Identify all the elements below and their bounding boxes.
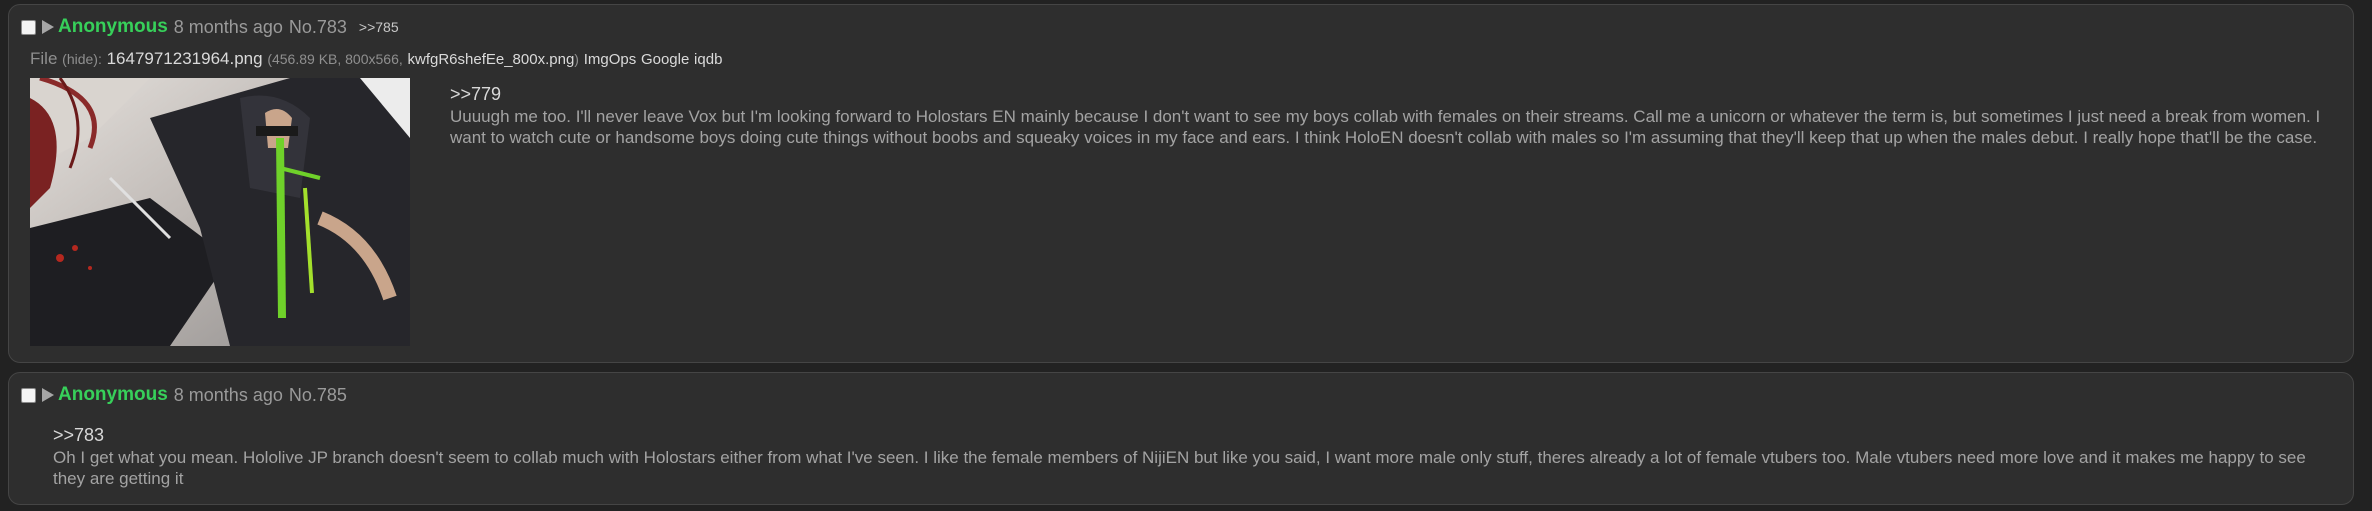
thread: Anonymous 8 months ago No.783 >>785 File…	[0, 0, 2372, 511]
post-body: >>783 Oh I get what you mean. Hololive J…	[53, 425, 2323, 489]
hide-image-link[interactable]: hide	[67, 51, 93, 67]
backlink[interactable]: >>785	[359, 19, 399, 35]
file-info: File (hide): 1647971231964.png (456.89 K…	[30, 49, 723, 68]
post-author: Anonymous	[58, 384, 168, 405]
post-header: Anonymous 8 months ago No.783 >>785	[21, 16, 399, 38]
post-number-link[interactable]: No.785	[289, 385, 347, 406]
quote-link[interactable]: >>779	[450, 84, 2330, 105]
post-785: Anonymous 8 months ago No.785 >>783 Oh I…	[8, 372, 2354, 505]
post-783: Anonymous 8 months ago No.783 >>785 File…	[8, 4, 2354, 363]
post-image-thumbnail[interactable]	[30, 78, 410, 346]
post-author: Anonymous	[58, 16, 168, 37]
imgops-link[interactable]: ImgOps	[584, 51, 637, 68]
post-select-checkbox[interactable]	[21, 19, 36, 35]
file-label: File	[30, 49, 58, 68]
file-original-name-link[interactable]: kwfgR6shefEe_800x.png	[408, 51, 575, 68]
post-select-checkbox[interactable]	[21, 387, 36, 403]
post-body: >>779 Uuuugh me too. I'll never leave Vo…	[450, 84, 2330, 148]
post-header: Anonymous 8 months ago No.785	[21, 384, 347, 406]
file-meta: 456.89 KB, 800x566,	[271, 51, 403, 67]
file-name-link[interactable]: 1647971231964.png	[107, 49, 263, 68]
post-message: Oh I get what you mean. Hololive JP bran…	[53, 448, 2306, 488]
post-message: Uuuugh me too. I'll never leave Vox but …	[450, 107, 2321, 147]
post-menu-arrow-icon[interactable]	[42, 20, 54, 34]
iqdb-link[interactable]: iqdb	[694, 51, 722, 68]
post-timestamp: 8 months ago	[173, 384, 283, 405]
google-link[interactable]: Google	[641, 51, 689, 68]
post-menu-arrow-icon[interactable]	[42, 388, 54, 402]
quote-link[interactable]: >>783	[53, 425, 2323, 446]
post-timestamp: 8 months ago	[173, 16, 283, 37]
post-number-link[interactable]: No.783	[289, 17, 347, 38]
